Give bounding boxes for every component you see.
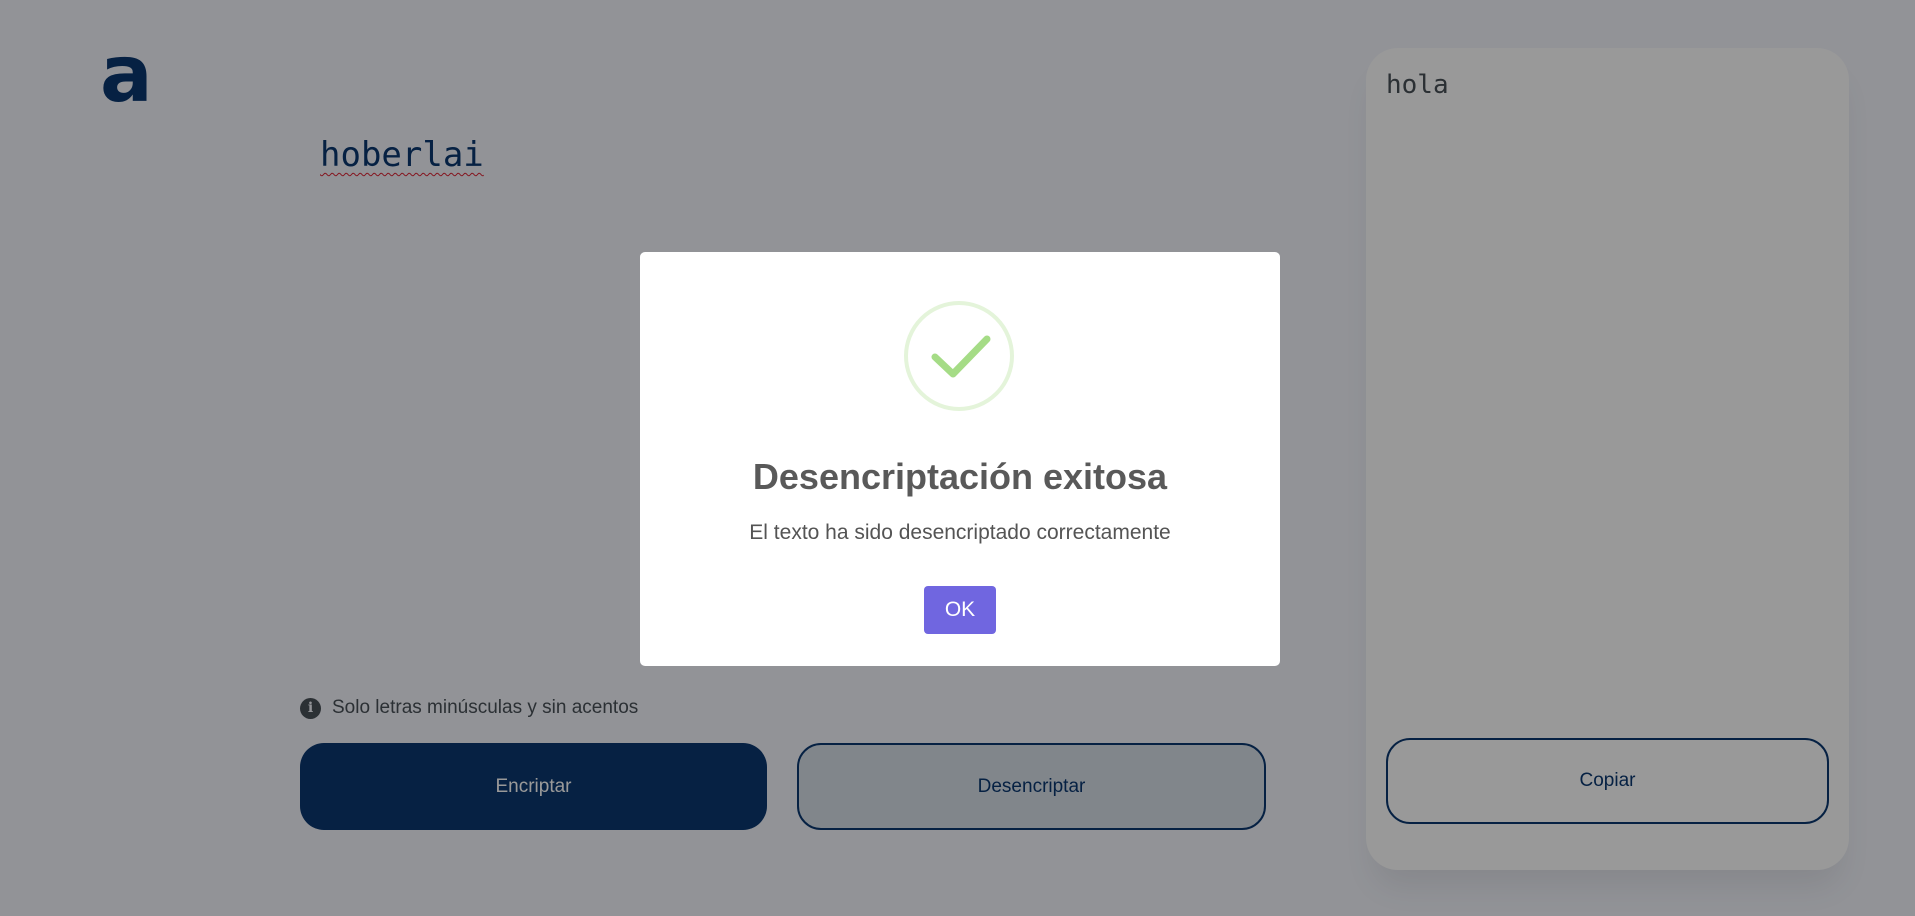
success-dialog: Desencriptación exitosa El texto ha sido… <box>640 252 1280 666</box>
dialog-message: El texto ha sido desencriptado correctam… <box>749 521 1171 544</box>
success-check-icon <box>904 301 1014 411</box>
dialog-title: Desencriptación exitosa <box>752 456 1168 497</box>
ok-button[interactable]: OK <box>924 586 996 634</box>
